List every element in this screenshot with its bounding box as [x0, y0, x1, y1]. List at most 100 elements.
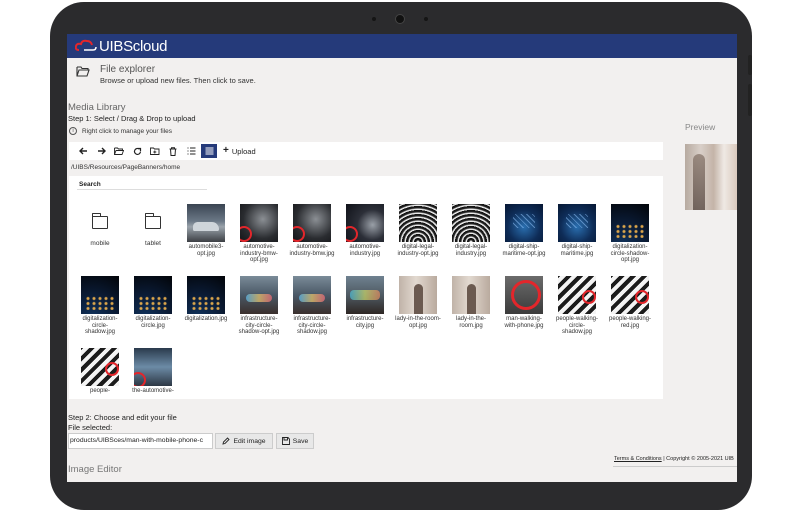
file-thumbnail — [346, 204, 384, 242]
file-label: lady-in-the-room-opt.jpg — [395, 316, 441, 329]
page-title: File explorer — [100, 64, 156, 75]
file-label: automotive-industry.jpg — [349, 244, 381, 257]
open-folder-icon[interactable] — [111, 144, 127, 158]
back-icon[interactable] — [75, 144, 91, 158]
file-thumbnail — [399, 276, 437, 314]
top-bar: UIBScloud — [67, 34, 737, 58]
tablet-sensor — [372, 17, 376, 21]
file-label: people-walking-red.jpg — [608, 316, 652, 329]
folder-item[interactable]: mobile — [77, 204, 123, 248]
file-item[interactable]: infrastructure-city-circle-shadow.jpg — [289, 276, 335, 336]
file-item[interactable]: man-walking-with-phone.jpg — [501, 276, 547, 329]
file-label: automobile3-opt.jpg — [188, 244, 224, 257]
file-thumbnail — [346, 276, 384, 314]
copyright-text: | Copyright © 2005-2021 UIB — [663, 456, 734, 462]
file-thumbnail — [134, 276, 172, 314]
file-thumbnail — [293, 276, 331, 314]
grid-view-icon[interactable] — [201, 144, 217, 158]
file-item[interactable]: digitalization-circle-shadow.jpg — [77, 276, 123, 336]
save-button[interactable]: Save — [276, 433, 314, 449]
file-item[interactable]: lady-in-the-room-opt.jpg — [395, 276, 441, 329]
file-thumbnail — [505, 276, 543, 314]
file-item[interactable]: automotive-industry.jpg — [342, 204, 388, 257]
file-thumbnail — [187, 276, 225, 314]
file-label: man-walking-with-phone.jpg — [504, 316, 544, 329]
footer: Terms & Conditions | Copyright © 2005-20… — [614, 456, 734, 462]
file-item[interactable]: digital-ship-maritime.jpg — [554, 204, 600, 257]
file-item[interactable]: people-walking-circle-shadow.jpg — [554, 276, 600, 336]
file-label: lady-in-the-room.jpg — [455, 316, 486, 329]
file-item[interactable]: automotive-industry-bmw-opt.jpg — [236, 204, 282, 264]
screen: UIBScloud File explorer Browse or upload… — [67, 34, 737, 482]
logo-text: UIBScloud — [99, 37, 168, 55]
image-editor-title: Image Editor — [68, 464, 122, 475]
folder-label: tablet — [145, 240, 161, 247]
file-item[interactable]: infrastructure-city-circle-shadow-opt.jp… — [236, 276, 282, 336]
file-selected-label: File selected: — [68, 423, 113, 432]
terms-link[interactable]: Terms & Conditions — [614, 456, 662, 462]
file-label: infrastructure-city-circle-shadow-opt.jp… — [238, 316, 280, 335]
file-label: digital-legal-industry-opt.jpg — [397, 244, 439, 257]
file-label: infrastructure-city-circle-shadow.jpg — [293, 316, 331, 335]
file-label: people-walking.jpg — [85, 388, 115, 395]
upload-button[interactable]: + Upload — [223, 145, 256, 156]
list-view-icon[interactable] — [183, 144, 199, 158]
file-label: digitalization-circle-shadow.jpg — [82, 316, 118, 335]
file-item[interactable]: digitalization.jpg — [183, 276, 229, 323]
selected-file-field[interactable]: products/UIBSces/man-with-mobile-phone-c — [68, 433, 213, 449]
cloud-logo-icon — [75, 39, 97, 51]
tablet-volume-button — [748, 84, 752, 116]
file-thumbnail — [452, 204, 490, 242]
file-thumbnail — [611, 276, 649, 314]
footer-divider — [613, 466, 737, 467]
forward-icon[interactable] — [93, 144, 109, 158]
file-thumbnail — [558, 204, 596, 242]
step2-label: Step 2: Choose and edit your file — [68, 413, 177, 422]
file-toolbar: + Upload — [69, 142, 663, 160]
step1-label: Step 1: Select / Drag & Drop to upload — [68, 114, 196, 123]
file-thumbnail — [293, 204, 331, 242]
folder-item[interactable]: tablet — [130, 204, 176, 248]
file-item[interactable]: infrastructure-city.jpg — [342, 276, 388, 329]
hint-text: Right click to manage your files — [82, 127, 172, 135]
file-thumbnail — [240, 204, 278, 242]
file-thumbnail — [81, 276, 119, 314]
file-thumbnail — [81, 348, 119, 386]
plus-icon: + — [223, 145, 229, 156]
preview-image — [685, 144, 737, 210]
file-thumbnail — [187, 204, 225, 242]
new-folder-icon[interactable] — [147, 144, 163, 158]
file-label: automotive-industry-bmw-opt.jpg — [240, 244, 278, 263]
edit-image-button[interactable]: Edit image — [215, 433, 273, 449]
pencil-icon — [222, 437, 231, 445]
uibs-logo[interactable]: UIBScloud — [75, 37, 167, 55]
upload-label: Upload — [231, 146, 256, 156]
preview-label: Preview — [685, 122, 716, 132]
file-item[interactable]: digital-legal-industry-opt.jpg — [395, 204, 441, 257]
save-label: Save — [292, 437, 309, 445]
page-subtitle: Browse or upload new files. Then click t… — [100, 76, 256, 85]
file-item[interactable]: people-walking.jpg — [77, 348, 123, 395]
file-item[interactable]: digital-ship-maritime-opt.jpg — [501, 204, 547, 257]
file-browser: Search mobile tablet automobile3-opt.jpg… — [69, 176, 663, 399]
media-library-title: Media Library — [68, 102, 126, 113]
file-thumbnail — [134, 348, 172, 386]
delete-icon[interactable] — [165, 144, 181, 158]
file-item[interactable]: digitalization-circle.jpg — [130, 276, 176, 329]
file-item[interactable]: automotive-industry-bmw.jpg — [289, 204, 335, 257]
file-label: the-automotive- — [132, 388, 174, 394]
info-icon: i — [69, 127, 77, 135]
file-item[interactable]: automobile3-opt.jpg — [183, 204, 229, 257]
file-item[interactable]: lady-in-the-room.jpg — [448, 276, 494, 329]
file-label: infrastructure-city.jpg — [346, 316, 384, 329]
tablet-side-button — [748, 55, 752, 75]
refresh-icon[interactable] — [129, 144, 145, 158]
file-item[interactable]: people-walking-red.jpg — [607, 276, 653, 329]
file-item[interactable]: digital-legal-industry.jpg — [448, 204, 494, 257]
file-item[interactable]: digitalization-circle-shadow-opt.jpg — [607, 204, 653, 264]
file-item[interactable]: the-automotive- — [130, 348, 176, 395]
file-thumbnail — [452, 276, 490, 314]
file-label: digitalization-circle-shadow-opt.jpg — [610, 244, 650, 263]
file-thumbnail — [558, 276, 596, 314]
search-input[interactable]: Search — [77, 179, 207, 190]
